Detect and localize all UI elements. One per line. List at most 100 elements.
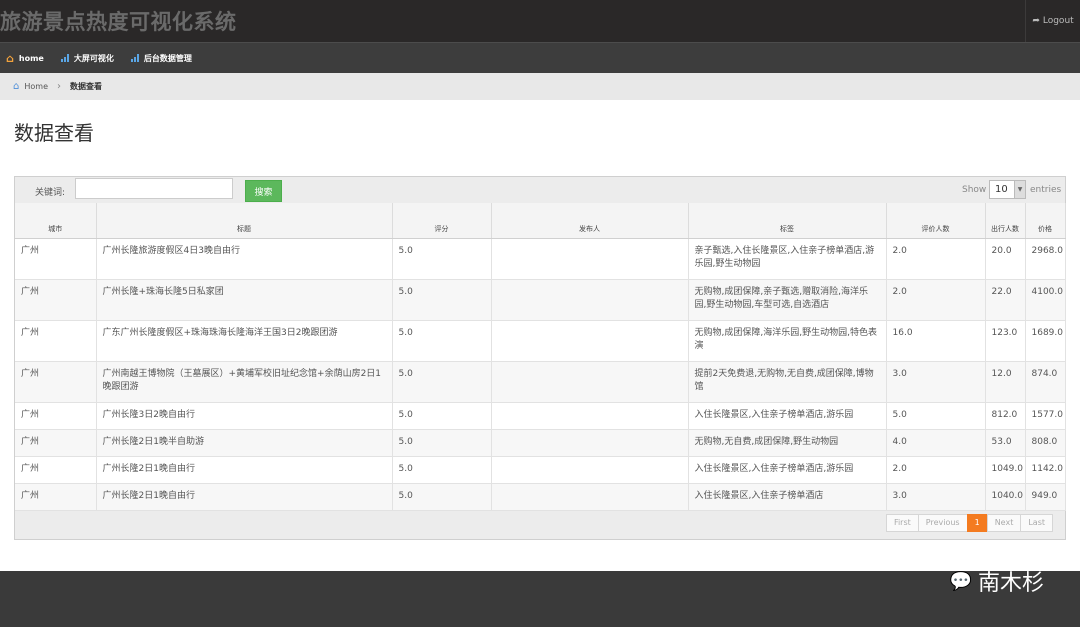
- cell-score: 5.0: [392, 429, 492, 457]
- last-page-button[interactable]: Last: [1020, 514, 1053, 532]
- cell-publisher: [491, 402, 689, 430]
- home-icon: ⌂: [13, 81, 20, 92]
- column-header-review-count[interactable]: 评价人数: [886, 203, 986, 239]
- cell-tags: 提前2天免费退,无购物,无自费,成团保障,博物馆: [688, 361, 887, 403]
- cell-traveler-count: 1049.0: [985, 456, 1026, 484]
- top-bar: 旅游景点热度可视化系统 ➦ Logout: [0, 0, 1080, 42]
- data-table-panel: 关键词: 搜索 Show 10 ▼ entries 城市 标题 评分 发布人 标…: [14, 176, 1066, 540]
- home-icon: ⌂: [6, 51, 14, 65]
- cell-score: 5.0: [392, 456, 492, 484]
- cell-review-count: 2.0: [886, 238, 986, 280]
- bar-chart-icon: [60, 54, 69, 62]
- first-page-button[interactable]: First: [885, 514, 919, 532]
- cell-review-count: 5.0: [886, 402, 986, 430]
- table-row: 广州 广东广州长隆度假区+珠海珠海长隆海洋王国3日2晚跟团游 5.0 无购物,成…: [15, 320, 1066, 362]
- cell-publisher: [491, 238, 689, 280]
- cell-price: 874.0: [1025, 361, 1066, 403]
- current-page-button[interactable]: 1: [966, 514, 988, 532]
- cell-city: 广州: [15, 456, 97, 484]
- column-header-traveler-count[interactable]: 出行人数: [985, 203, 1026, 239]
- chevron-down-icon: ▼: [1014, 181, 1025, 198]
- nav-item-home[interactable]: ⌂ home: [6, 52, 44, 65]
- cell-tags: 入住长隆景区,入住亲子榜单酒店,游乐园: [688, 456, 887, 484]
- table-header-row: 城市 标题 评分 发布人 标签 评价人数 出行人数 价格: [15, 203, 1066, 239]
- cell-tags: 无购物,成团保障,亲子甄选,赠取消险,海洋乐园,野生动物园,车型可选,自选酒店: [688, 279, 887, 321]
- entries-label: entries: [1030, 185, 1062, 195]
- nav-item-label: home: [18, 53, 44, 63]
- cell-publisher: [491, 429, 689, 457]
- cell-price: 949.0: [1025, 483, 1066, 511]
- cell-title: 广州长隆2日1晚自由行: [96, 483, 393, 511]
- cell-title: 广州长隆旅游度假区4日3晚自由行: [96, 238, 393, 280]
- pagination: First Previous 1 Next Last: [885, 514, 1053, 532]
- breadcrumb-current: 数据查看: [69, 82, 102, 91]
- entries-per-page-select[interactable]: 10 ▼: [989, 180, 1026, 199]
- search-button[interactable]: 搜索: [245, 180, 282, 202]
- cell-tags: 入住长隆景区,入住亲子榜单酒店: [688, 483, 887, 511]
- main-nav: ⌂ home 大屏可视化 后台数据管理: [0, 42, 1080, 73]
- show-label: Show: [962, 185, 987, 195]
- cell-review-count: 3.0: [886, 483, 986, 511]
- cell-publisher: [491, 279, 689, 321]
- cell-score: 5.0: [392, 320, 492, 362]
- search-input[interactable]: [75, 178, 233, 199]
- cell-city: 广州: [15, 320, 97, 362]
- cell-review-count: 3.0: [886, 361, 986, 403]
- breadcrumb-home-link[interactable]: Home: [24, 82, 48, 91]
- watermark-text: 南木杉: [977, 571, 1044, 596]
- cell-traveler-count: 812.0: [985, 402, 1026, 430]
- table-row: 广州 广州长隆2日1晚自由行 5.0 入住长隆景区,入住亲子榜单酒店 3.0 1…: [15, 483, 1066, 511]
- data-table: 城市 标题 评分 发布人 标签 评价人数 出行人数 价格 广州 广州长隆旅游度假…: [15, 203, 1066, 511]
- entries-value: 10: [995, 184, 1008, 195]
- nav-item-dashboard[interactable]: 大屏可视化: [60, 53, 114, 64]
- cell-city: 广州: [15, 238, 97, 280]
- cell-traveler-count: 12.0: [985, 361, 1026, 403]
- cell-city: 广州: [15, 402, 97, 430]
- cell-publisher: [491, 361, 689, 403]
- wechat-icon: 💬: [949, 570, 972, 592]
- cell-traveler-count: 1040.0: [985, 483, 1026, 511]
- cell-city: 广州: [15, 483, 97, 511]
- page-title: 数据查看: [14, 121, 94, 145]
- footer: [0, 571, 1080, 627]
- watermark: 💬 南木杉: [949, 569, 1044, 597]
- cell-city: 广州: [15, 361, 97, 403]
- column-header-city[interactable]: 城市: [15, 203, 97, 239]
- cell-review-count: 4.0: [886, 429, 986, 457]
- cell-score: 5.0: [392, 238, 492, 280]
- cell-title: 广东广州长隆度假区+珠海珠海长隆海洋王国3日2晚跟团游: [96, 320, 393, 362]
- column-header-title[interactable]: 标题: [96, 203, 393, 239]
- logout-icon: ➦: [1032, 16, 1040, 26]
- nav-item-data-management[interactable]: 后台数据管理: [130, 53, 192, 64]
- column-header-tags[interactable]: 标签: [688, 203, 887, 239]
- cell-traveler-count: 53.0: [985, 429, 1026, 457]
- chevron-right-icon: ›: [56, 81, 61, 92]
- cell-title: 广州长隆+珠海长隆5日私家团: [96, 279, 393, 321]
- column-header-publisher[interactable]: 发布人: [491, 203, 689, 239]
- cell-title: 广州长隆3日2晚自由行: [96, 402, 393, 430]
- cell-tags: 入住长隆景区,入住亲子榜单酒店,游乐园: [688, 402, 887, 430]
- table-row: 广州 广州南越王博物院（王墓展区）+黄埔军校旧址纪念馆+余荫山房2日1晚跟团游 …: [15, 361, 1066, 403]
- previous-page-button[interactable]: Previous: [917, 514, 968, 532]
- logout-label: Logout: [1042, 16, 1074, 26]
- cell-price: 4100.0: [1025, 279, 1066, 321]
- cell-traveler-count: 123.0: [985, 320, 1026, 362]
- logout-button[interactable]: ➦ Logout: [1025, 0, 1080, 42]
- cell-title: 广州南越王博物院（王墓展区）+黄埔军校旧址纪念馆+余荫山房2日1晚跟团游: [96, 361, 393, 403]
- breadcrumb: ⌂ Home › 数据查看: [0, 73, 1080, 100]
- search-label: 关键词:: [35, 188, 66, 198]
- column-header-price[interactable]: 价格: [1025, 203, 1066, 239]
- cell-review-count: 2.0: [886, 279, 986, 321]
- cell-price: 1577.0: [1025, 402, 1066, 430]
- bar-chart-icon: [130, 54, 139, 62]
- next-page-button[interactable]: Next: [986, 514, 1022, 532]
- cell-title: 广州长隆2日1晚半自助游: [96, 429, 393, 457]
- app-title: 旅游景点热度可视化系统: [0, 10, 237, 34]
- cell-price: 2968.0: [1025, 238, 1066, 280]
- cell-city: 广州: [15, 279, 97, 321]
- cell-title: 广州长隆2日1晚自由行: [96, 456, 393, 484]
- cell-score: 5.0: [392, 483, 492, 511]
- cell-publisher: [491, 483, 689, 511]
- table-row: 广州 广州长隆旅游度假区4日3晚自由行 5.0 亲子甄选,入住长隆景区,入住亲子…: [15, 238, 1066, 280]
- column-header-score[interactable]: 评分: [392, 203, 492, 239]
